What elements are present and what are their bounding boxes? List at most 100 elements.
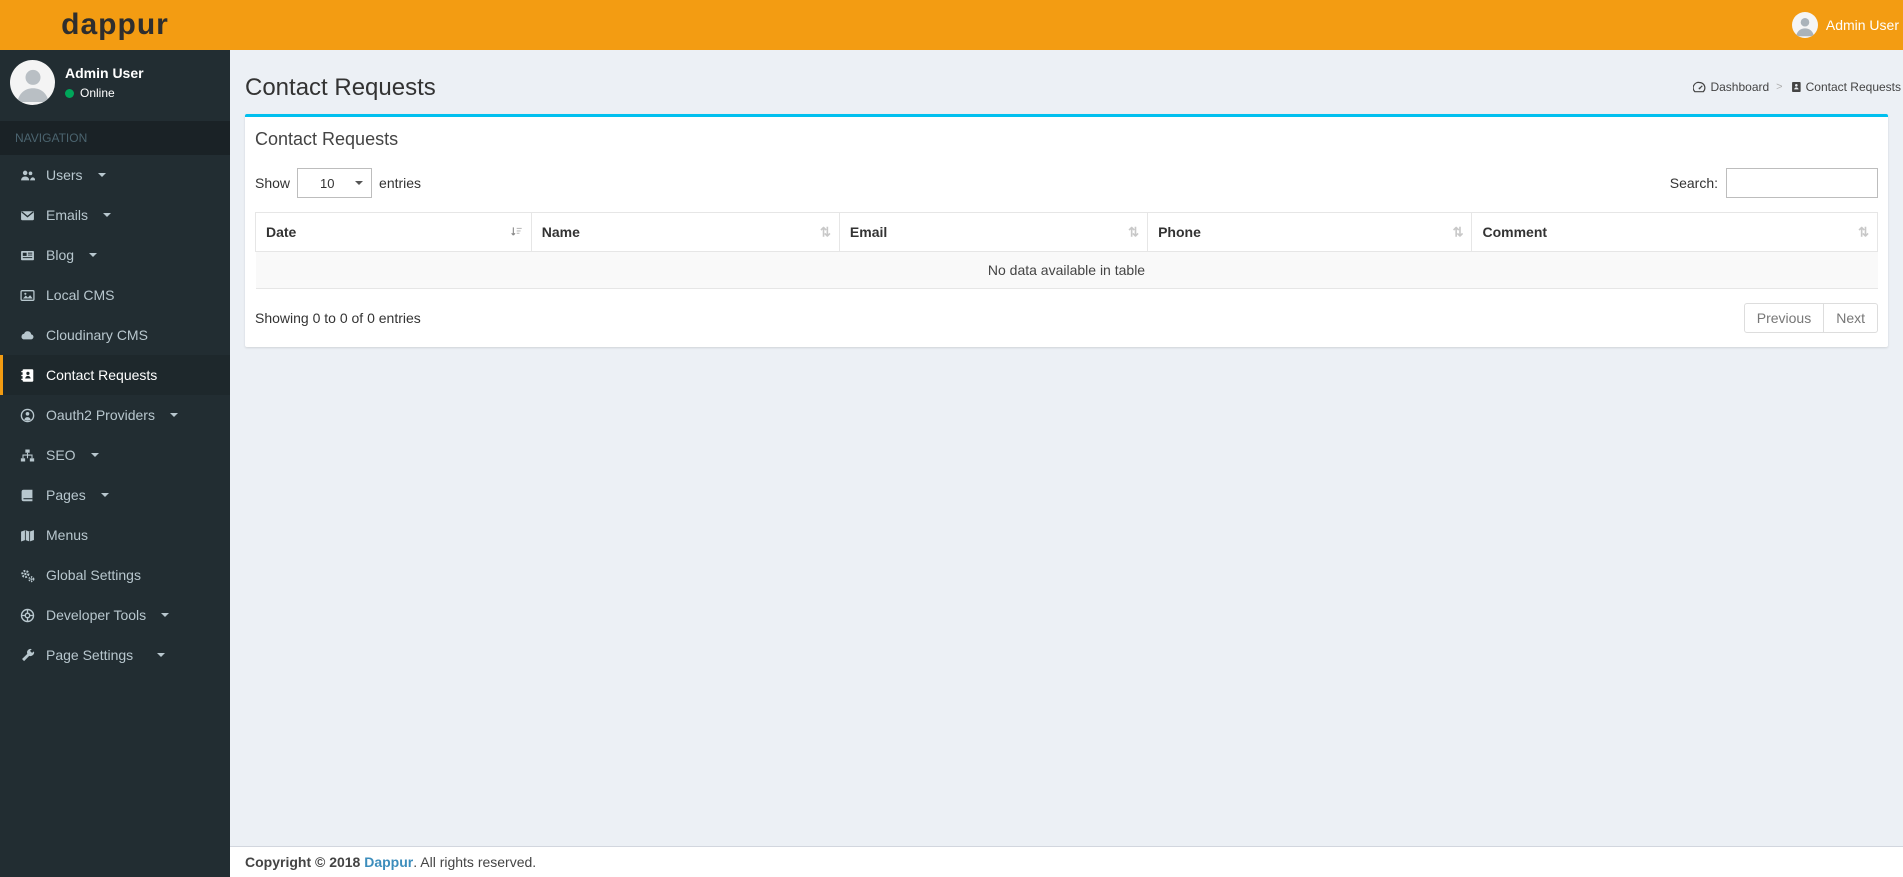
sidebar-menu: Users Emails Blog Local CMS Cloudinary C… <box>0 155 230 675</box>
page-length-control: Show 10 entries <box>255 168 421 198</box>
sidebar-item-page-settings[interactable]: Page Settings <box>0 635 230 675</box>
sort-icon: ⇅ <box>1858 224 1869 240</box>
sidebar-item-label: Page Settings <box>46 647 134 663</box>
chevron-down-icon <box>103 213 112 221</box>
sidebar-item-users[interactable]: Users <box>0 155 230 195</box>
wrench-icon <box>18 648 36 663</box>
breadcrumb: Dashboard > Contact Requests <box>1693 80 1901 94</box>
page-length-value: 10 <box>320 175 335 191</box>
sidebar-item-global-settings[interactable]: Global Settings <box>0 555 230 595</box>
show-label: Show <box>255 175 291 191</box>
sidebar-item-seo[interactable]: SEO <box>0 435 230 475</box>
chevron-down-icon <box>157 653 166 661</box>
address-book-icon <box>1790 81 1802 93</box>
content-header: Contact Requests Dashboard > Contact Req… <box>230 50 1903 114</box>
footer-brand-link[interactable]: Dappur <box>364 854 413 870</box>
user-avatar-icon <box>10 60 55 105</box>
newspaper-icon <box>18 248 36 263</box>
sidebar-item-label: Global Settings <box>46 567 141 583</box>
navbar-user-menu[interactable]: Admin User <box>1790 12 1901 38</box>
online-status-label: Online <box>80 86 115 100</box>
column-header-name[interactable]: Name ⇅ <box>530 212 840 252</box>
sidebar-item-menus[interactable]: Menus <box>0 515 230 555</box>
sidebar-item-label: Blog <box>46 247 75 263</box>
footer: Copyright © 2018 Dappur. All rights rese… <box>230 846 1903 877</box>
entries-label: entries <box>379 175 422 191</box>
sidebar-user-name: Admin User <box>65 65 144 81</box>
navbar-user-name: Admin User <box>1825 17 1899 33</box>
user-status[interactable]: Online <box>65 86 144 100</box>
page-length-select[interactable]: 10 <box>297 168 373 198</box>
map-icon <box>18 528 36 543</box>
sidebar-item-label: Emails <box>46 207 89 223</box>
content-wrapper: Contact Requests Dashboard > Contact Req… <box>230 50 1903 877</box>
column-header-phone[interactable]: Phone ⇅ <box>1147 212 1473 252</box>
sort-active-icon <box>510 226 523 239</box>
book-icon <box>18 488 36 503</box>
sidebar-item-label: Oauth2 Providers <box>46 407 155 423</box>
sidebar-item-local-cms[interactable]: Local CMS <box>0 275 230 315</box>
top-navbar: dappur Admin User <box>0 0 1903 50</box>
panel-title: Contact Requests <box>255 129 399 149</box>
sidebar-item-blog[interactable]: Blog <box>0 235 230 275</box>
online-status-icon <box>65 88 74 98</box>
search-label: Search: <box>1669 175 1718 191</box>
table-empty-row: No data available in table <box>255 251 1878 289</box>
user-avatar-icon <box>1791 12 1818 38</box>
sidebar-item-label: SEO <box>46 447 76 463</box>
sidebar-item-label: Pages <box>46 487 86 503</box>
sort-icon: ⇅ <box>820 224 831 240</box>
footer-suffix: . All rights reserved. <box>413 854 537 870</box>
chevron-down-icon <box>355 181 364 189</box>
next-page-button[interactable]: Next <box>1823 303 1878 333</box>
breadcrumb-contact-requests: Contact Requests <box>1790 80 1901 94</box>
dashboard-icon <box>1693 81 1706 94</box>
app-logo[interactable]: dappur <box>0 0 230 50</box>
user-circle-icon <box>18 408 36 423</box>
chevron-down-icon <box>89 253 98 261</box>
sidebar-item-oauth2-providers[interactable]: Oauth2 Providers <box>0 395 230 435</box>
table-info: Showing 0 to 0 of 0 entries <box>255 310 421 326</box>
sidebar-item-label: Cloudinary CMS <box>46 327 148 343</box>
chevron-down-icon <box>100 493 109 501</box>
sidebar-item-cloudinary-cms[interactable]: Cloudinary CMS <box>0 315 230 355</box>
column-header-comment[interactable]: Comment ⇅ <box>1471 212 1878 252</box>
chevron-down-icon <box>169 413 178 421</box>
breadcrumb-dashboard[interactable]: Dashboard <box>1693 80 1769 94</box>
sidebar-section-header: NAVIGATION <box>0 121 230 155</box>
sidebar-item-contact-requests[interactable]: Contact Requests <box>0 355 230 395</box>
sort-icon: ⇅ <box>1452 224 1464 240</box>
gears-icon <box>18 568 36 583</box>
users-icon <box>18 168 36 183</box>
sidebar-item-pages[interactable]: Pages <box>0 475 230 515</box>
search-input[interactable] <box>1726 168 1878 198</box>
contact-requests-panel: Contact Requests Show 10 entries Search: <box>245 114 1888 347</box>
empty-message: No data available in table <box>255 251 1878 289</box>
column-header-date[interactable]: Date <box>255 212 532 252</box>
sidebar-item-label: Contact Requests <box>46 367 158 383</box>
sitemap-icon <box>18 448 36 463</box>
column-header-email[interactable]: Email ⇅ <box>838 212 1149 252</box>
contact-requests-table: Date Name ⇅ Email ⇅ Phone ⇅ Comment ⇅ No… <box>255 212 1878 289</box>
cloud-icon <box>18 328 36 343</box>
footer-copyright: Copyright © 2018 <box>245 854 361 870</box>
image-icon <box>18 288 36 303</box>
address-book-icon <box>18 368 36 383</box>
chevron-down-icon <box>161 613 170 621</box>
sidebar-item-label: Local CMS <box>46 287 115 303</box>
sort-icon: ⇅ <box>1128 224 1140 240</box>
sidebar-item-label: Menus <box>46 527 89 543</box>
breadcrumb-separator: > <box>1776 81 1783 93</box>
sidebar-item-label: Developer Tools <box>46 607 147 623</box>
envelope-icon <box>18 208 36 223</box>
sidebar: Admin User Online NAVIGATION Users Email… <box>0 50 230 877</box>
developer-tools-icon <box>18 608 36 623</box>
previous-page-button[interactable]: Previous <box>1743 303 1825 333</box>
sidebar-item-label: Users <box>46 167 83 183</box>
sidebar-user-panel: Admin User Online <box>0 50 230 115</box>
pagination: Previous Next <box>1743 303 1878 333</box>
page-title: Contact Requests <box>245 74 436 101</box>
sidebar-item-developer-tools[interactable]: Developer Tools <box>0 595 230 635</box>
sidebar-item-emails[interactable]: Emails <box>0 195 230 235</box>
